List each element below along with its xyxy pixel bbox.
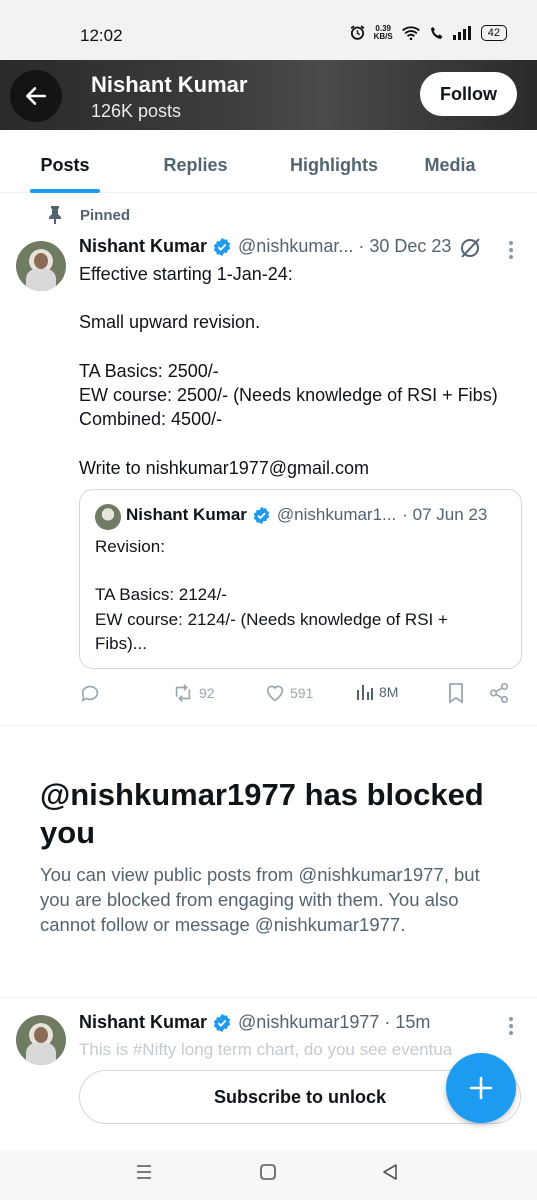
avatar[interactable] (16, 241, 66, 291)
signal-icon (452, 25, 471, 40)
quote-text: Revision: TA Basics: 2124/- EW course: 2… (95, 537, 448, 653)
grok-icon[interactable] (458, 236, 482, 260)
net-speed: 0.39 KB/S (373, 23, 393, 41)
divider (0, 725, 537, 726)
retweet-icon (175, 684, 191, 702)
post-header: Nishant Kumar @nishkumar1977 · 15m (79, 1012, 430, 1033)
profile-name: Nishant Kumar (91, 72, 248, 97)
post-header: Nishant Kumar @nishkumar... · 30 Dec 23 (79, 236, 451, 257)
back-nav-button[interactable] (380, 1162, 400, 1182)
status-icons: 0.39 KB/S 42 (349, 24, 507, 41)
heart-icon (266, 685, 284, 702)
follow-button[interactable]: Follow (420, 72, 517, 116)
arrow-left-icon (26, 87, 46, 105)
pinned-label: Pinned (48, 206, 130, 224)
verified-icon (212, 237, 232, 257)
quoted-post[interactable]: Nishant Kumar @nishkumar1... · 07 Jun 23… (79, 489, 522, 669)
plus-icon (469, 1076, 493, 1100)
profile-header: Nishant Kumar 126K posts Follow (0, 60, 537, 130)
verified-icon (252, 506, 271, 525)
square-icon (260, 1164, 276, 1180)
author-name[interactable]: Nishant Kumar (79, 236, 207, 257)
quote-avatar (95, 504, 121, 530)
post-count: 126K posts (91, 101, 182, 121)
divider (0, 997, 537, 998)
post-teaser: This is #Nifty long term chart, do you s… (79, 1040, 453, 1059)
blocked-message: You can view public posts from @nishkuma… (40, 864, 480, 935)
tab-posts[interactable]: Posts (30, 138, 100, 193)
like-count: 591 (290, 685, 314, 701)
quote-date: · 07 Jun 23 (402, 505, 488, 524)
post-actions: 92 591 8M (79, 682, 519, 708)
wifi-calling-icon (430, 26, 443, 39)
post-text: Effective starting 1-Jan-24: Small upwar… (79, 264, 498, 478)
home-button[interactable] (258, 1162, 278, 1182)
more-options-icon[interactable] (508, 1016, 514, 1036)
profile-tabs: Posts Replies Highlights Media (0, 138, 537, 193)
compose-button[interactable] (446, 1053, 516, 1123)
like-button[interactable]: 591 (264, 682, 313, 704)
triangle-back-icon (383, 1164, 397, 1180)
system-nav-bar (0, 1150, 537, 1200)
retweet-button[interactable]: 92 (171, 682, 215, 704)
quote-author-name: Nishant Kumar (126, 505, 247, 524)
menu-icon (137, 1165, 151, 1179)
tab-highlights[interactable]: Highlights (286, 138, 382, 193)
views-count: 8M (379, 684, 399, 700)
quote-handle: @nishkumar1... (276, 505, 397, 524)
author-name[interactable]: Nishant Kumar (79, 1012, 207, 1033)
tab-replies[interactable]: Replies (158, 138, 233, 193)
verified-icon (212, 1013, 232, 1033)
recent-apps-button[interactable] (134, 1162, 154, 1182)
share-button[interactable] (488, 682, 510, 704)
battery-indicator: 42 (480, 24, 507, 41)
pin-icon (49, 206, 61, 224)
wifi-icon (401, 25, 420, 40)
status-time: 12:02 (80, 26, 123, 45)
bookmark-button[interactable] (447, 682, 465, 704)
more-options-icon[interactable] (508, 240, 514, 260)
reply-icon (81, 685, 99, 702)
tab-media[interactable]: Media (420, 138, 480, 193)
quote-header: Nishant Kumar @nishkumar1... · 07 Jun 23 (126, 505, 487, 525)
reply-button[interactable] (79, 682, 101, 704)
back-button[interactable] (10, 70, 62, 122)
retweet-count: 92 (199, 685, 215, 701)
handle-date: @nishkumar... · 30 Dec 23 (238, 236, 452, 256)
avatar[interactable] (16, 1015, 66, 1065)
views-button[interactable]: 8M (355, 682, 398, 702)
status-bar: 12:02 0.39 KB/S 42 (0, 0, 537, 60)
views-icon (357, 685, 373, 700)
bookmark-icon (449, 683, 463, 704)
blocked-title: @nishkumar1977 has blocked you (40, 777, 484, 850)
alarm-icon (350, 25, 365, 40)
share-icon (489, 683, 509, 703)
handle-time: @nishkumar1977 · 15m (238, 1012, 431, 1032)
